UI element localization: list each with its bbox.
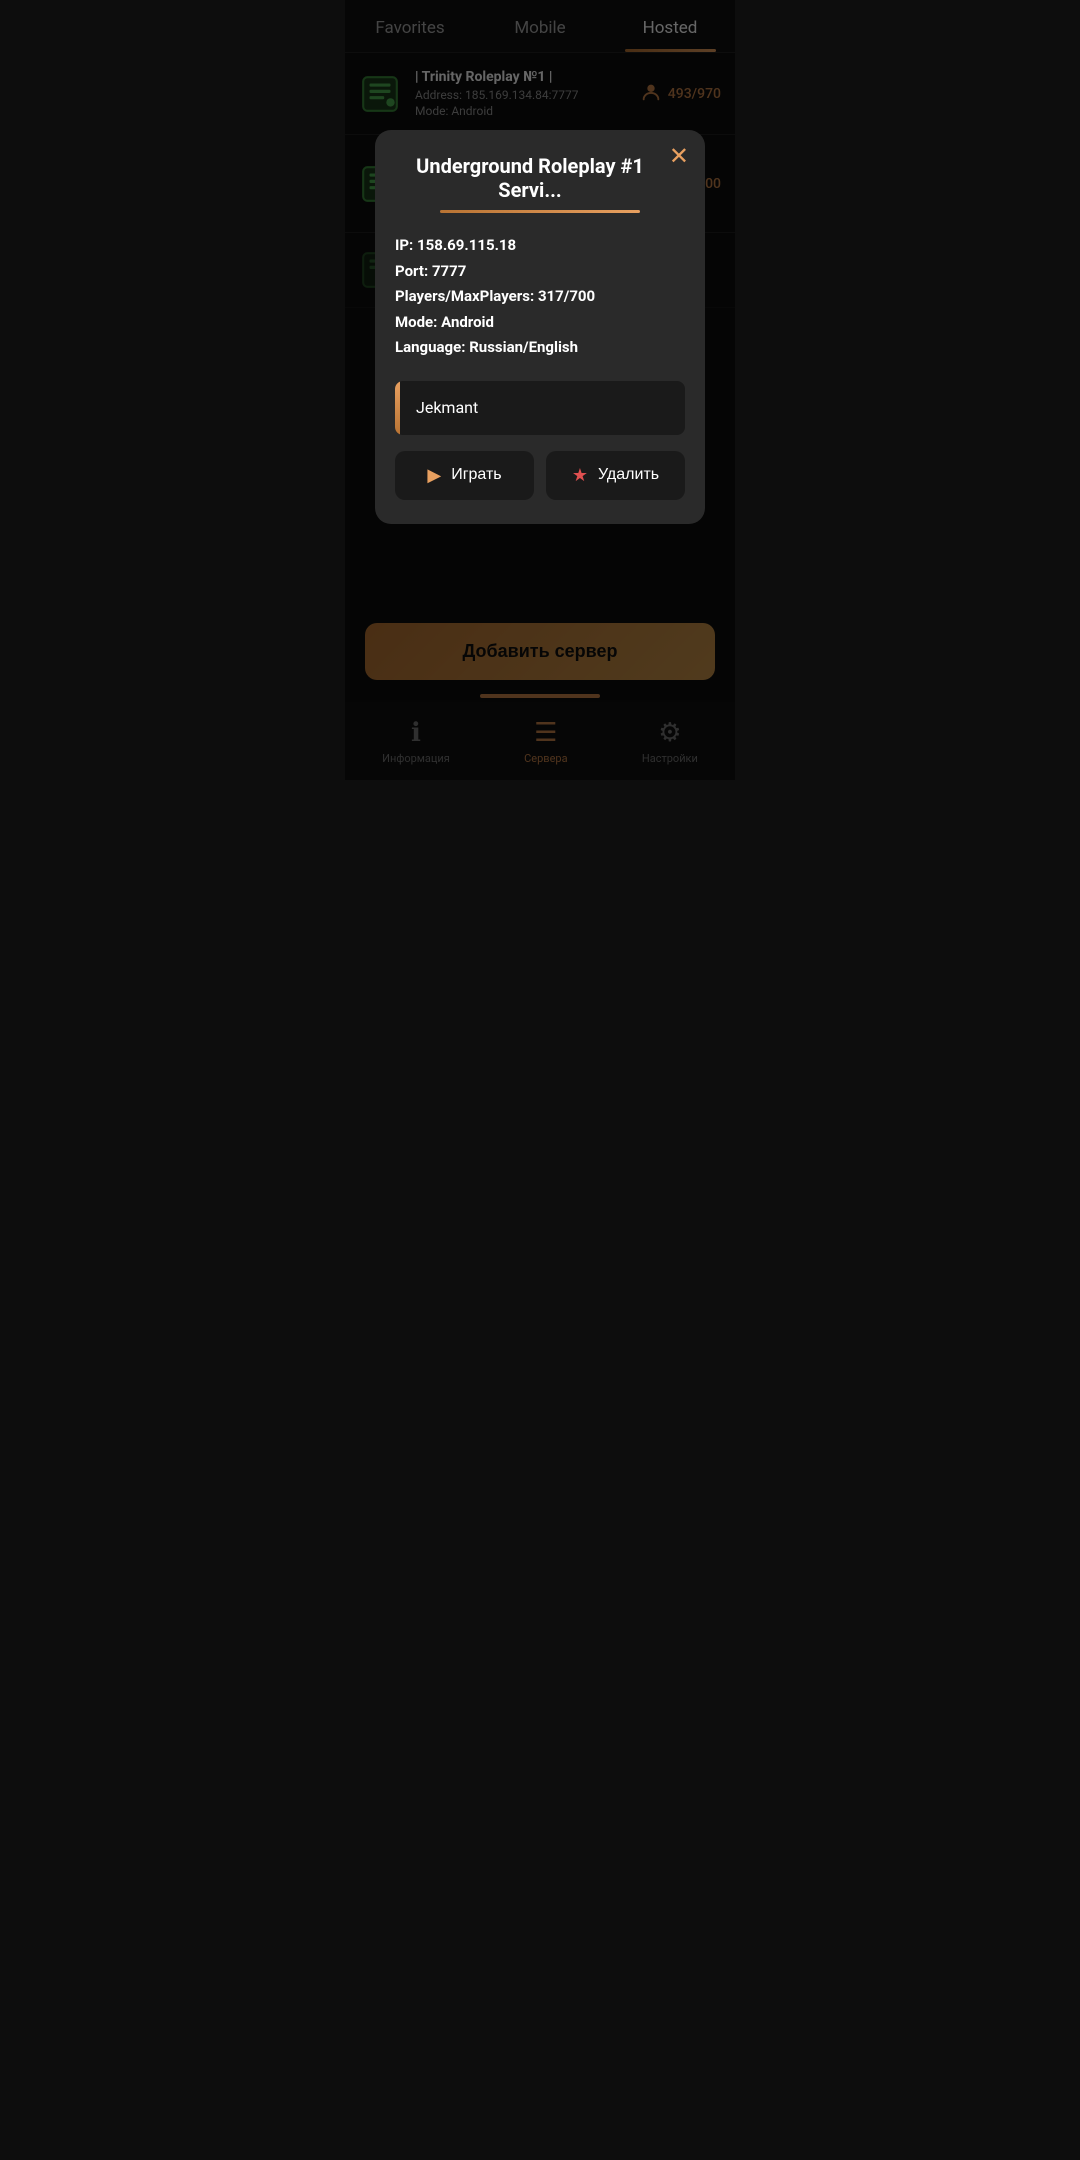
mode-value: Android [441,313,494,331]
dialog-players-row: Players/MaxPlayers: 317/700 [395,284,685,310]
delete-button-label: Удалить [598,466,659,484]
players-value: 317/700 [538,287,595,305]
dialog-language-row: Language: Russian/English [395,335,685,361]
mode-label: Mode: [395,313,441,331]
play-button-label: Играть [451,466,501,484]
ip-label: IP: [395,236,417,254]
port-value: 7777 [432,262,466,280]
port-label: Port: [395,262,432,280]
dialog-title-underline [440,210,640,213]
dialog-title: Underground Roleplay #1 Servi... [395,154,685,202]
dialog-overlay: ✕ Underground Roleplay #1 Servi... IP: 1… [345,0,735,780]
ip-value: 158.69.115.18 [417,236,516,254]
play-button[interactable]: ▶ Играть [395,451,534,500]
nickname-text: Jekmant [400,398,494,417]
delete-button[interactable]: ★ Удалить [546,451,685,500]
star-icon: ★ [572,465,588,486]
play-icon: ▶ [427,465,441,486]
server-detail-dialog: ✕ Underground Roleplay #1 Servi... IP: 1… [375,130,705,524]
dialog-port-row: Port: 7777 [395,259,685,285]
close-button[interactable]: ✕ [669,144,689,168]
players-label: Players/MaxPlayers: [395,287,538,305]
dialog-ip-row: IP: 158.69.115.18 [395,233,685,259]
dialog-info: IP: 158.69.115.18 Port: 7777 Players/Max… [395,233,685,361]
nickname-field[interactable]: Jekmant [395,381,685,435]
language-value: Russian/English [469,338,578,356]
dialog-mode-row: Mode: Android [395,310,685,336]
language-label: Language: [395,338,469,356]
action-buttons: ▶ Играть ★ Удалить [395,451,685,500]
